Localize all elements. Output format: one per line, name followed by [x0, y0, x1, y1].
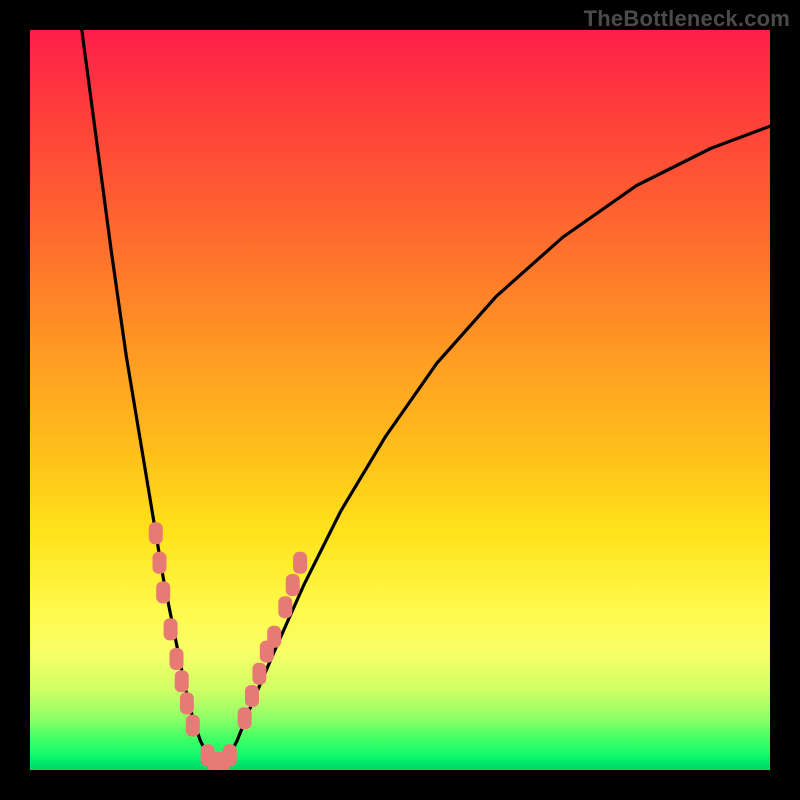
curve-layer — [30, 30, 770, 770]
marker-point — [267, 626, 281, 648]
marker-point — [278, 596, 292, 618]
marker-point — [245, 685, 259, 707]
plot-area — [30, 30, 770, 770]
marker-point — [238, 707, 252, 729]
marker-point — [180, 692, 194, 714]
marker-point — [252, 663, 266, 685]
chart-frame: TheBottleneck.com — [0, 0, 800, 800]
bottleneck-curve — [82, 30, 770, 763]
marker-point — [149, 522, 163, 544]
marker-point — [186, 715, 200, 737]
marker-point — [156, 581, 170, 603]
marker-point — [293, 552, 307, 574]
marker-point — [153, 552, 167, 574]
marker-point — [223, 744, 237, 766]
attribution-label: TheBottleneck.com — [584, 6, 790, 32]
marker-point — [164, 618, 178, 640]
marker-point — [175, 670, 189, 692]
marker-point — [170, 648, 184, 670]
marker-layer — [149, 522, 307, 770]
marker-point — [286, 574, 300, 596]
